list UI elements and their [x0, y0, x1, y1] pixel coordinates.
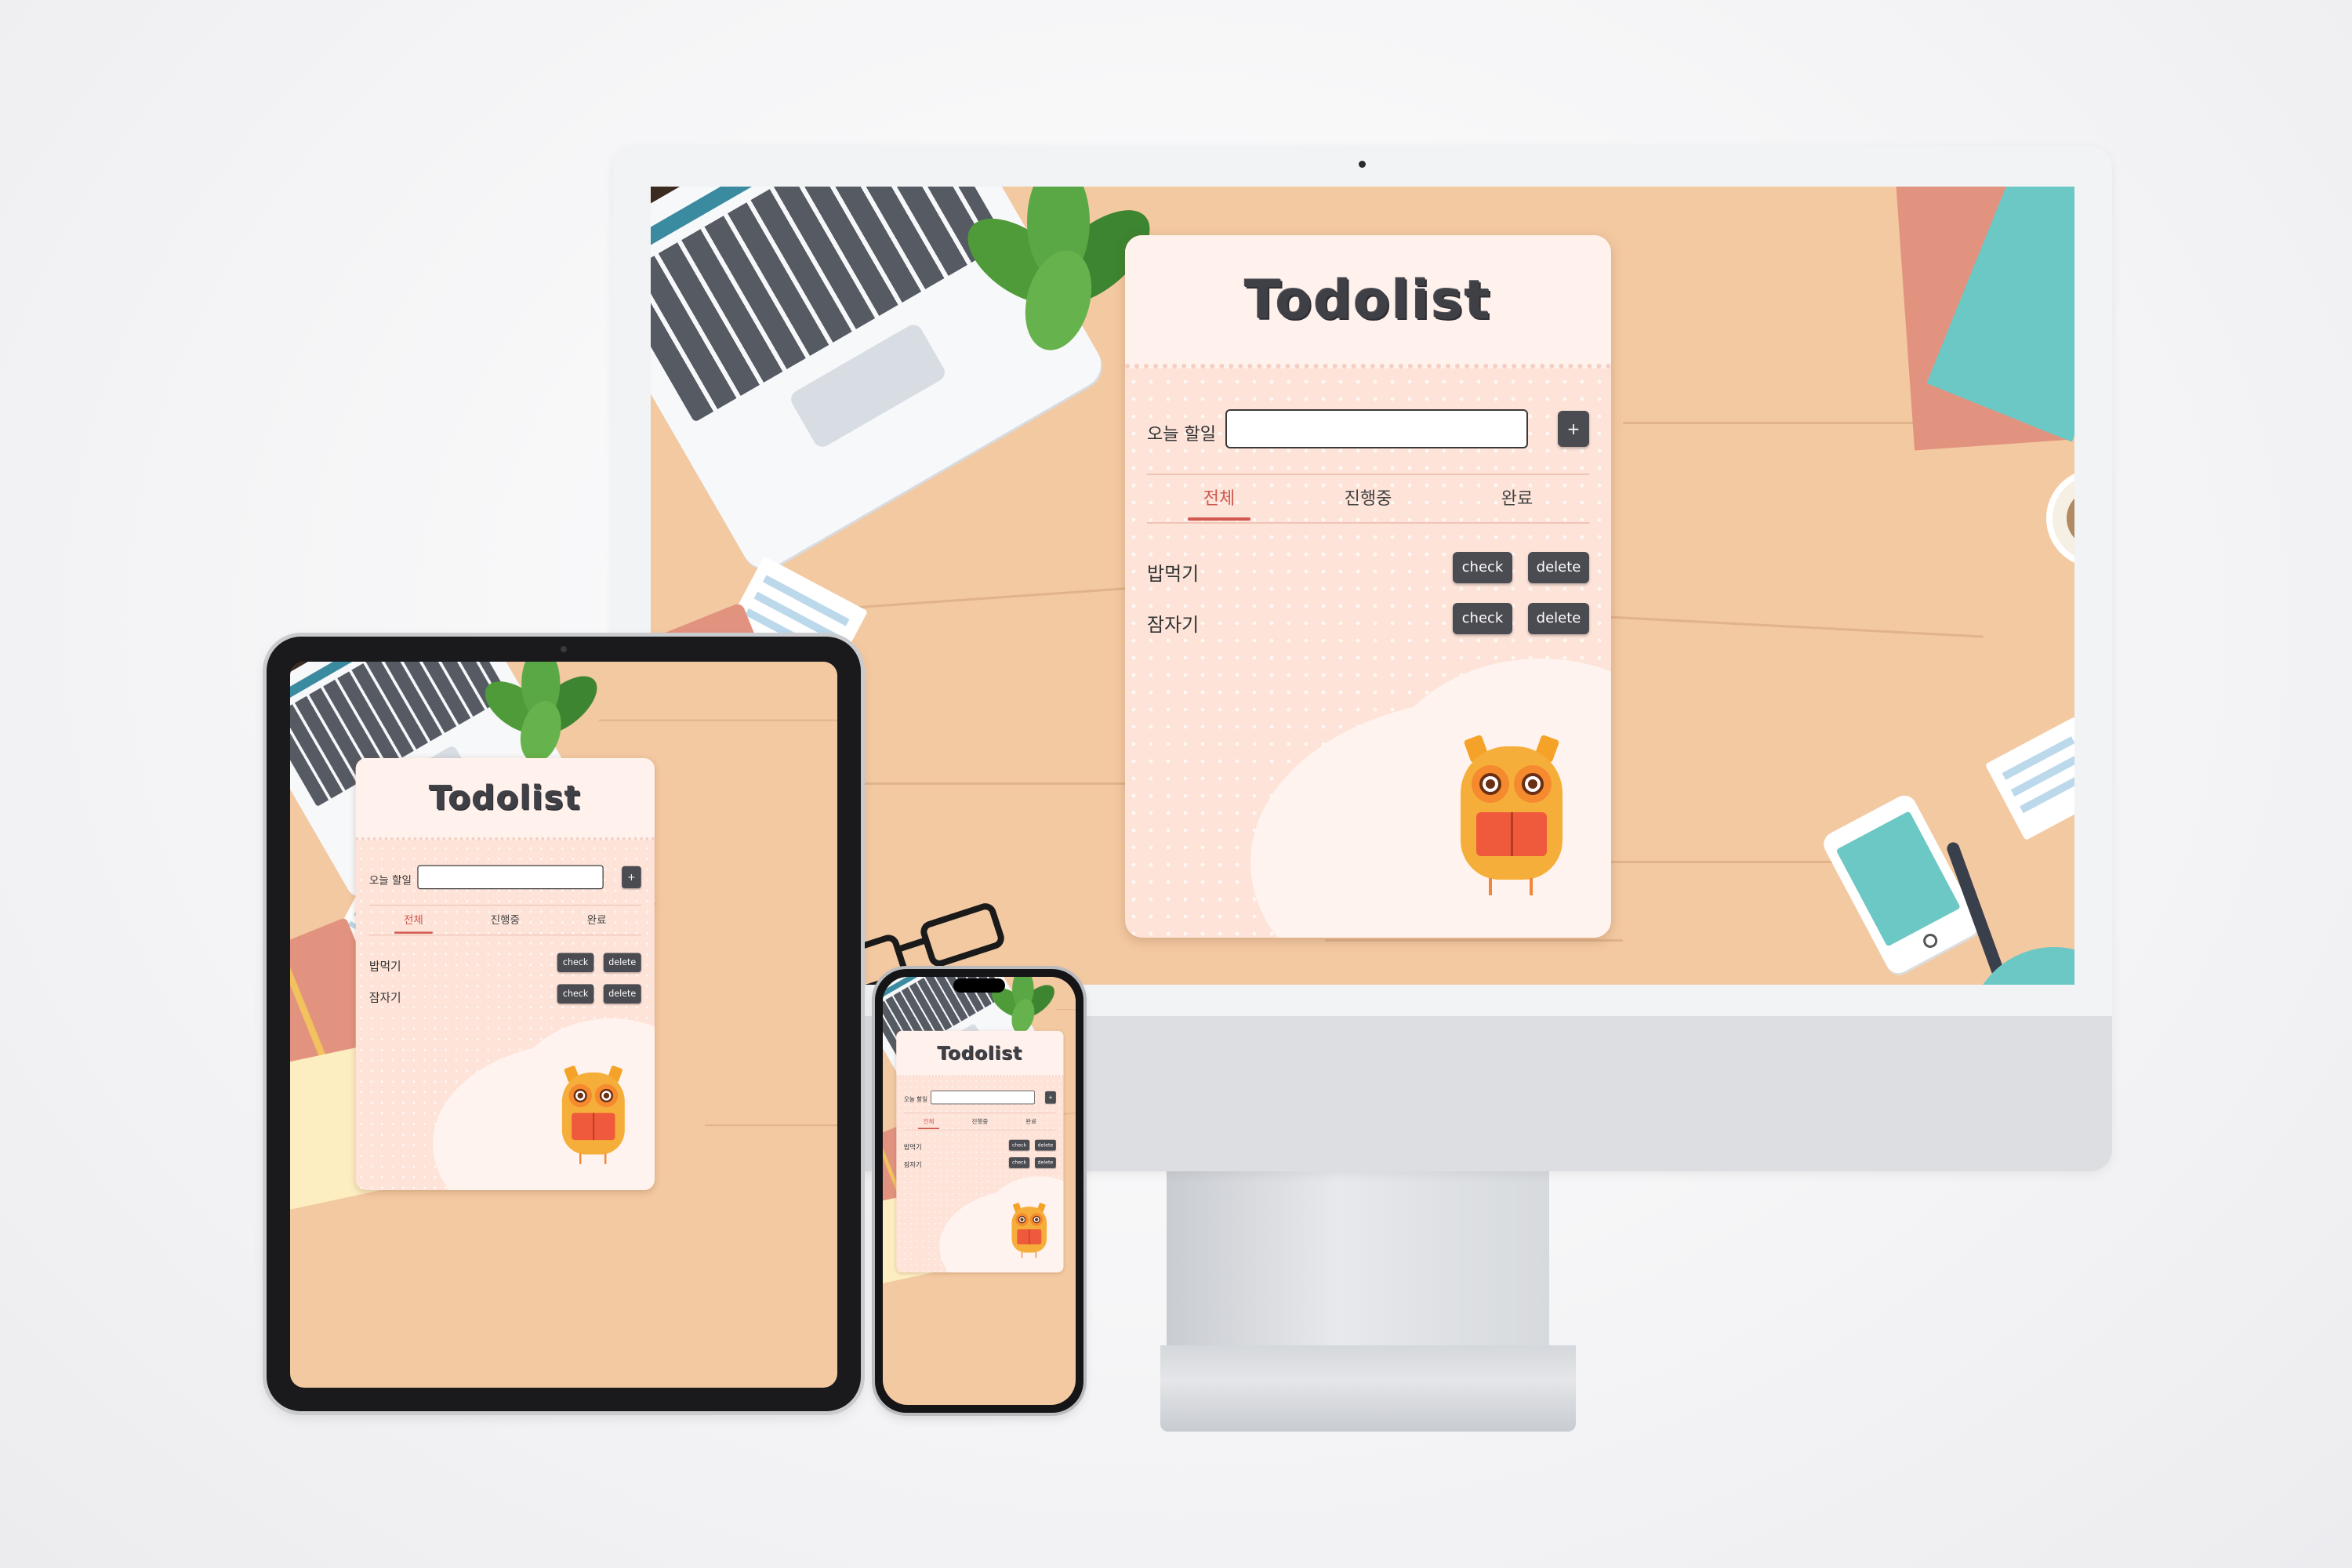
check-button[interactable]: check [1453, 552, 1512, 583]
task-text: 밥먹기 [903, 1143, 922, 1152]
check-button[interactable]: check [557, 984, 594, 1004]
imac-stand [1167, 1171, 1549, 1352]
plant-icon [476, 662, 608, 768]
notebook-icon [1896, 187, 2074, 469]
active-tab-indicator [394, 931, 434, 934]
delete-button[interactable]: delete [1035, 1157, 1056, 1168]
tab-in-progress[interactable]: 진행중 [964, 1116, 996, 1125]
todo-card: Todolist 오늘 할일 + 전체 진행중 완료 밥먹기 check del… [1125, 235, 1611, 938]
delete-button[interactable]: delete [1528, 603, 1589, 634]
task-row: 밥먹기 check delete [903, 1139, 1056, 1152]
card-header: Todolist [355, 758, 655, 840]
filter-tabs: 전체 진행중 완료 [1147, 474, 1589, 524]
tab-all[interactable]: 전체 [385, 912, 443, 927]
active-tab-indicator [1188, 517, 1250, 521]
tab-all[interactable]: 전체 [1172, 485, 1266, 510]
imac-screen: Todolist 오늘 할일 + 전체 진행중 완료 밥먹기 check del… [651, 187, 2074, 985]
add-task-button[interactable]: + [622, 866, 641, 889]
camera-icon [1359, 161, 1366, 168]
phone-device: Todolist 오늘 할일 + 전체 진행중 완료 밥먹기 check del… [875, 969, 1083, 1413]
task-text: 잠자기 [1147, 614, 1200, 636]
delete-button[interactable]: delete [603, 953, 641, 973]
page-title: Todolist [429, 779, 582, 818]
todo-card: Todolist 오늘 할일 + 전체 진행중 완료 밥먹기 check del… [355, 758, 655, 1191]
task-input-row: 오늘 할일 + [904, 1091, 1056, 1105]
task-input-row: 오늘 할일 + [1147, 409, 1589, 452]
filter-tabs: 전체 진행중 완료 [368, 904, 641, 936]
todo-card: Todolist 오늘 할일 + 전체 진행중 완료 밥먹기 check del… [896, 1030, 1064, 1273]
tab-all[interactable]: 전체 [913, 1116, 945, 1125]
owl-icon [1009, 1202, 1050, 1260]
page-title: Todolist [937, 1042, 1023, 1065]
task-input-row: 오늘 할일 + [368, 865, 641, 891]
tab-in-progress[interactable]: 진행중 [476, 912, 534, 927]
phone-screen: Todolist 오늘 할일 + 전체 진행중 완료 밥먹기 check del… [883, 977, 1076, 1405]
tab-done[interactable]: 완료 [1015, 1116, 1047, 1125]
check-button[interactable]: check [1008, 1139, 1030, 1151]
dynamic-island [953, 978, 1005, 993]
tab-done[interactable]: 완료 [1470, 485, 1564, 510]
owl-icon [557, 1065, 630, 1168]
add-task-button[interactable]: + [1558, 411, 1589, 447]
camera-icon [561, 646, 567, 652]
task-input-label: 오늘 할일 [1147, 425, 1216, 445]
tablet-screen: Todolist 오늘 할일 + 전체 진행중 완료 밥먹기 check del… [290, 662, 837, 1388]
card-header: Todolist [896, 1030, 1064, 1077]
task-text: 잠자기 [368, 991, 401, 1005]
task-row: 잠자기 check delete [1147, 603, 1589, 637]
page-title: Todolist [1244, 270, 1492, 332]
task-text: 밥먹기 [1147, 563, 1200, 585]
check-button[interactable]: check [1008, 1157, 1030, 1168]
owl-icon [1453, 734, 1570, 902]
task-row: 밥먹기 check delete [369, 953, 641, 974]
card-header: Todolist [1125, 235, 1611, 368]
tab-done[interactable]: 완료 [568, 912, 626, 927]
task-input-label: 오늘 할일 [903, 1096, 928, 1103]
tab-in-progress[interactable]: 진행중 [1321, 485, 1415, 510]
add-task-button[interactable]: + [1045, 1091, 1056, 1104]
tablet-device: Todolist 오늘 할일 + 전체 진행중 완료 밥먹기 check del… [267, 637, 861, 1411]
delete-button[interactable]: delete [1035, 1139, 1056, 1151]
delete-button[interactable]: delete [1528, 552, 1589, 583]
check-button[interactable]: check [1453, 603, 1512, 634]
task-input[interactable] [931, 1091, 1036, 1105]
imac-stand-foot [1160, 1345, 1576, 1432]
task-input[interactable] [1225, 409, 1528, 448]
task-text: 잠자기 [903, 1160, 922, 1169]
task-text: 밥먹기 [368, 960, 401, 974]
active-tab-indicator [917, 1127, 940, 1130]
filter-tabs: 전체 진행중 완료 [903, 1112, 1056, 1131]
check-button[interactable]: check [557, 953, 594, 973]
task-input-label: 오늘 할일 [368, 874, 412, 887]
task-row: 잠자기 check delete [369, 984, 641, 1005]
delete-button[interactable]: delete [603, 984, 641, 1004]
task-row: 밥먹기 check delete [1147, 552, 1589, 586]
task-row: 잠자기 check delete [904, 1157, 1056, 1169]
task-input[interactable] [417, 865, 604, 890]
